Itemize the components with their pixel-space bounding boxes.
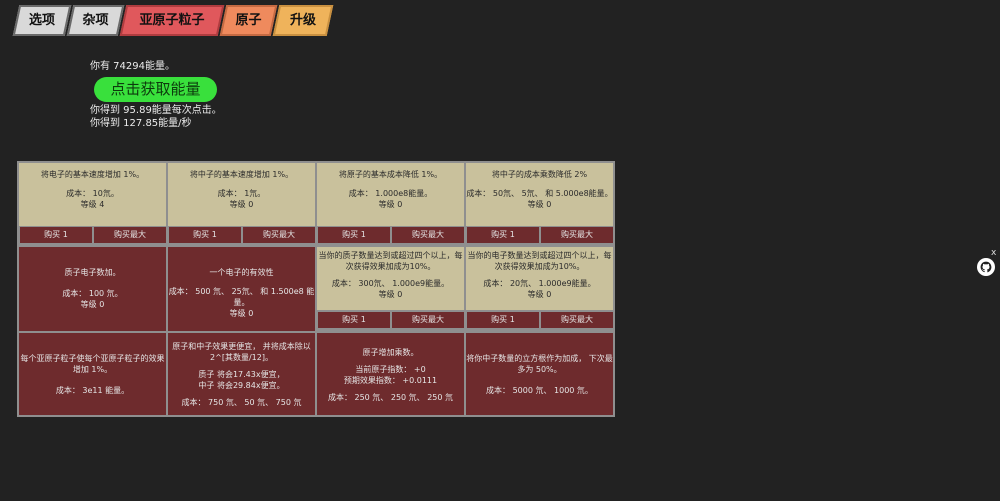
- upgrade-card: 将中子的成本乘数降低 2% 成本： 50氘、 5氘、 和 5.000e8能量。 …: [466, 163, 613, 226]
- upgrade-description: 将原子的基本成本降低 1%。: [338, 170, 443, 179]
- upgrade-level: 等级 0: [80, 300, 105, 309]
- tab-label: 升级: [289, 13, 316, 28]
- tab-atoms[interactable]: 原子: [219, 5, 278, 36]
- upgrade-buttons: 购买 1 购买最大: [317, 312, 465, 328]
- upgrade-cost: 成本： 1.000e8能量。: [348, 189, 433, 198]
- upgrade-card[interactable]: 质子电子数加。 成本： 100 氘。 等级 0: [19, 247, 166, 331]
- tab-misc[interactable]: 杂项: [66, 5, 125, 36]
- upgrade-description: 将你中子数量的立方根作为加成， 下次最多为 50%。: [466, 354, 613, 374]
- upgrade-description: 原子增加乘数。: [362, 348, 419, 357]
- upgrade-card[interactable]: 原子增加乘数。 当前原子指数： +0 预期效果指数： +0.0111 成本： 2…: [317, 333, 464, 415]
- buy-max-button[interactable]: 购买最大: [541, 227, 613, 243]
- energy-rates: 你得到 95.89能量每次点击。 你得到 127.85能量/秒: [90, 104, 222, 130]
- upgrade-card[interactable]: 将你中子数量的立方根作为加成， 下次最多为 50%。 成本： 5000 氘、 1…: [466, 333, 613, 415]
- tab-label: 原子: [235, 13, 262, 28]
- buy-max-button[interactable]: 购买最大: [392, 312, 464, 328]
- upgrade-card: 当你的质子数量达到或超过四个以上，每次获得效果加成为10%。 成本： 300氘、…: [317, 247, 464, 310]
- upgrade-level: 等级 0: [378, 290, 403, 299]
- buy-one-button[interactable]: 购买 1: [318, 312, 390, 328]
- upgrade-buttons: 购买 1 购买最大: [466, 312, 614, 328]
- upgrade-buttons: 购买 1 购买最大: [168, 227, 316, 243]
- upgrade-card: 当你的电子数量达到或超过四个以上，每次获得效果加成为10%。 成本： 20氘、 …: [466, 247, 613, 310]
- upgrade-description: 当你的电子数量达到或超过四个以上，每次获得效果加成为10%。: [467, 251, 612, 271]
- upgrade-description: 将中子的成本乘数降低 2%: [491, 170, 588, 179]
- upgrade-card: 将中子的基本速度增加 1%。 成本： 1氘。 等级 0: [168, 163, 315, 226]
- upgrade-cost: 成本： 500 氘、 25氘、 和 1.500e8 能量。: [168, 287, 315, 307]
- upgrade-cost: 成本： 50氘、 5氘、 和 5.000e8能量。: [466, 189, 613, 198]
- upgrade-description: 当你的质子数量达到或超过四个以上，每次获得效果加成为10%。: [318, 251, 463, 271]
- tab-subatomic-particles[interactable]: 亚原子粒子: [119, 5, 225, 36]
- upgrade-cost: 成本： 100 氘。: [62, 289, 123, 298]
- buy-max-button[interactable]: 购买最大: [541, 312, 613, 328]
- energy-per-second: 你得到 127.85能量/秒: [90, 118, 192, 129]
- upgrade-cost: 成本： 1氘。: [217, 189, 266, 198]
- upgrade-level: 等级 0: [527, 200, 552, 209]
- upgrade-description: 质子电子数加。: [64, 268, 121, 277]
- upgrade-level: 等级 0: [527, 290, 552, 299]
- upgrade-description: 将中子的基本速度增加 1%。: [189, 170, 294, 179]
- upgrade-cost: 成本： 250 氘、 250 氘、 250 氘: [327, 393, 454, 402]
- buy-one-button[interactable]: 购买 1: [318, 227, 390, 243]
- upgrade-card: 将原子的基本成本降低 1%。 成本： 1.000e8能量。 等级 0: [317, 163, 464, 226]
- buy-one-button[interactable]: 购买 1: [169, 227, 241, 243]
- upgrade-cost: 成本： 5000 氘、 1000 氘。: [486, 386, 593, 395]
- close-icon[interactable]: x: [991, 248, 996, 258]
- tab-options[interactable]: 选项: [12, 5, 72, 36]
- energy-amount: 你有 74294能量。: [90, 61, 175, 72]
- upgrade-detail: 质子 将会17.43x便宜，: [198, 370, 285, 379]
- tab-upgrades[interactable]: 升级: [272, 5, 334, 36]
- buy-one-button[interactable]: 购买 1: [467, 312, 539, 328]
- upgrade-cost: 成本： 10氘。: [66, 189, 119, 198]
- upgrade-cost: 成本： 20氘、 1.000e9能量。: [483, 279, 596, 288]
- upgrade-buttons: 购买 1 购买最大: [466, 227, 614, 243]
- upgrade-cost: 成本： 300氘、 1.000e9能量。: [331, 279, 450, 288]
- get-energy-button[interactable]: 点击获取能量: [94, 77, 217, 102]
- tab-label: 亚原子粒子: [139, 13, 205, 28]
- energy-panel: 你有 74294能量。: [90, 60, 175, 73]
- upgrade-card[interactable]: 一个电子的有效性 成本： 500 氘、 25氘、 和 1.500e8 能量。 等…: [168, 247, 315, 331]
- upgrade-detail: 预期效果指数： +0.0111: [343, 376, 438, 385]
- upgrade-description: 将电子的基本速度增加 1%。: [40, 170, 145, 179]
- upgrade-detail: 中子 将会29.84x便宜。: [198, 381, 285, 390]
- tab-label: 杂项: [82, 13, 109, 28]
- buy-one-button[interactable]: 购买 1: [467, 227, 539, 243]
- upgrade-detail: 当前原子指数： +0: [355, 365, 426, 374]
- github-icon[interactable]: [977, 258, 995, 276]
- upgrade-buttons: 购买 1 购买最大: [317, 227, 465, 243]
- upgrade-grid: 将电子的基本速度增加 1%。 成本： 10氘。 等级 4 购买 1 购买最大 将…: [17, 161, 615, 417]
- buy-max-button[interactable]: 购买最大: [392, 227, 464, 243]
- upgrade-level: 等级 0: [229, 200, 254, 209]
- upgrade-buttons: 购买 1 购买最大: [19, 227, 167, 243]
- upgrade-description: 每个亚原子粒子使每个亚原子粒子的效果增加 1%。: [20, 354, 165, 374]
- upgrade-level: 等级 0: [378, 200, 403, 209]
- upgrade-description: 原子和中子效果更便宜， 并将成本除以 2^[其数量/12]。: [172, 342, 311, 362]
- upgrade-level: 等级 4: [80, 200, 105, 209]
- upgrade-card: 将电子的基本速度增加 1%。 成本： 10氘。 等级 4: [19, 163, 166, 226]
- buy-max-button[interactable]: 购买最大: [94, 227, 166, 243]
- upgrade-description: 一个电子的有效性: [209, 268, 274, 277]
- buy-max-button[interactable]: 购买最大: [243, 227, 315, 243]
- upgrade-cost: 成本： 3e11 能量。: [55, 386, 130, 395]
- upgrade-level: 等级 0: [229, 309, 254, 318]
- tab-label: 选项: [28, 13, 55, 28]
- upgrade-card[interactable]: 原子和中子效果更便宜， 并将成本除以 2^[其数量/12]。 质子 将会17.4…: [168, 333, 315, 415]
- upgrade-cost: 成本： 750 氘、 50 氘、 750 氘: [181, 398, 302, 407]
- buy-one-button[interactable]: 购买 1: [20, 227, 92, 243]
- energy-per-click: 你得到 95.89能量每次点击。: [90, 105, 222, 116]
- upgrade-card[interactable]: 每个亚原子粒子使每个亚原子粒子的效果增加 1%。 成本： 3e11 能量。: [19, 333, 166, 415]
